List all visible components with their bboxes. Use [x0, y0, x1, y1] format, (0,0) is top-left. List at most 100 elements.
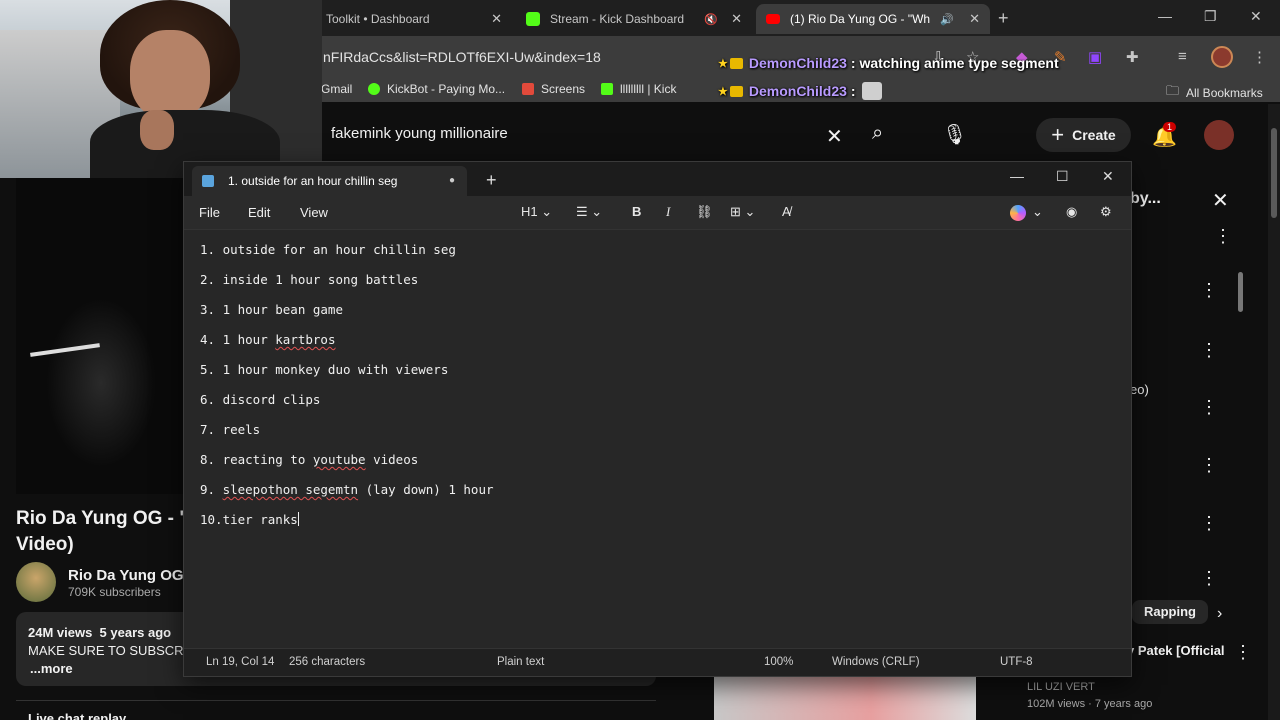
chevron-down-icon[interactable]: ⌄: [1032, 204, 1043, 220]
search-icon[interactable]: ⌕: [872, 122, 883, 145]
list-item: 4. 1 hour kartbros: [200, 332, 1115, 362]
page-scrollbar[interactable]: [1268, 104, 1280, 720]
item-menu-icon[interactable]: ⋮: [1200, 397, 1218, 418]
bookmark-label: KickBot - Paying Mo...: [387, 82, 506, 96]
list-number: 3.: [200, 302, 223, 317]
tab-youtube-video[interactable]: (1) Rio Da Yung OG - "Wha 🔊 ✕: [756, 4, 990, 34]
new-tab-button[interactable]: +: [486, 170, 497, 191]
close-panel-icon[interactable]: ✕: [1212, 188, 1229, 213]
plus-icon: +: [1051, 122, 1065, 147]
tab-title: (1) Rio Da Yung OG - "Wha: [790, 12, 930, 26]
bookmark-kickbot[interactable]: KickBot - Paying Mo...: [368, 82, 505, 96]
create-button[interactable]: + Create: [1036, 118, 1131, 152]
bookmark-label: All Bookmarks: [1186, 86, 1263, 100]
misspelled-word[interactable]: kartbros: [275, 332, 335, 347]
bookmark-gmail[interactable]: Gmail: [321, 82, 352, 96]
screens-icon: [522, 83, 534, 95]
menu-view[interactable]: View: [300, 205, 328, 220]
live-chat-replay[interactable]: Live chat replay: [16, 700, 656, 720]
misspelled-word[interactable]: sleepothon segemtn: [223, 482, 358, 497]
channel-avatar[interactable]: [16, 562, 56, 602]
text-format[interactable]: Plain text: [497, 656, 544, 668]
recommended-thumbnail[interactable]: [714, 676, 976, 720]
item-menu-icon[interactable]: ⋮: [1200, 455, 1218, 476]
channel-name[interactable]: Rio Da Yung OG: [68, 567, 184, 584]
kickbot-icon: [368, 83, 380, 95]
tab-toolkit-dashboard[interactable]: Toolkit • Dashboard ✕: [316, 4, 512, 34]
menu-file[interactable]: File: [199, 205, 220, 220]
menu-kebab-icon[interactable]: ⋮: [1252, 48, 1267, 66]
profile-avatar[interactable]: [1211, 46, 1233, 68]
list-number: 7.: [200, 422, 223, 437]
zoom-level[interactable]: 100%: [764, 656, 793, 668]
chevron-right-icon[interactable]: ›: [1217, 605, 1222, 623]
close-window-icon[interactable]: ✕: [1250, 8, 1262, 25]
restore-icon[interactable]: ❐: [1204, 8, 1217, 25]
speaker-icon[interactable]: 🔊: [940, 13, 954, 26]
list-item: 5. 1 hour monkey duo with viewers: [200, 362, 1115, 392]
list-item: 2. inside 1 hour song battles: [200, 272, 1115, 302]
list-text: discord clips: [222, 392, 321, 407]
panel-scrollbar[interactable]: [1234, 258, 1246, 578]
new-tab-button[interactable]: +: [998, 8, 1009, 29]
italic-icon[interactable]: I: [666, 204, 670, 220]
panel-menu-icon[interactable]: ⋮: [1214, 226, 1232, 247]
video-player[interactable]: [16, 178, 184, 494]
minimize-icon[interactable]: —: [1158, 8, 1172, 24]
tab-kick-dashboard[interactable]: Stream - Kick Dashboard 🔇 ✕: [516, 4, 752, 34]
misspelled-word[interactable]: youtube: [313, 452, 366, 467]
youtube-search-input[interactable]: fakemink young millionaire: [331, 125, 508, 142]
bookmark-screens[interactable]: Screens: [522, 82, 585, 96]
recommended-title[interactable]: y Patek [Official: [1127, 643, 1225, 658]
list-icon[interactable]: ☰ ⌄: [576, 204, 602, 220]
maximize-icon[interactable]: ☐: [1056, 168, 1069, 185]
youtube-avatar[interactable]: [1204, 120, 1234, 150]
video-title-line: Video): [16, 534, 74, 555]
menu-edit[interactable]: Edit: [248, 205, 270, 220]
list-item: 7. reels: [200, 422, 1115, 452]
crown-badge-icon: [729, 85, 743, 97]
notepad-editor[interactable]: 1. outside for an hour chillin seg 2. in…: [184, 230, 1131, 650]
close-tab-icon[interactable]: ✕: [491, 11, 502, 27]
bookmark-kick[interactable]: lllllllll | Kick: [601, 82, 676, 96]
webcam-face: [130, 30, 210, 120]
heading-select[interactable]: H1 ⌄: [521, 204, 552, 220]
line-ending[interactable]: Windows (CRLF): [832, 656, 920, 668]
close-icon[interactable]: ✕: [1102, 168, 1114, 185]
close-tab-icon[interactable]: ✕: [731, 11, 742, 27]
character-count: 256 characters: [289, 656, 366, 668]
twitch-icon[interactable]: ▣: [1088, 48, 1102, 66]
list-item: 1. outside for an hour chillin seg: [200, 242, 1115, 272]
crown-badge-icon: [729, 57, 743, 69]
copilot-icon[interactable]: [1010, 205, 1026, 221]
minimize-icon[interactable]: —: [1010, 168, 1024, 184]
encoding[interactable]: UTF-8: [1000, 656, 1033, 668]
muted-speaker-icon[interactable]: 🔇: [704, 13, 718, 26]
item-menu-icon[interactable]: ⋮: [1234, 642, 1252, 663]
table-icon[interactable]: ⊞ ⌄: [730, 204, 755, 220]
clear-formatting-icon[interactable]: A̸: [782, 204, 791, 219]
settings-gear-icon[interactable]: ⚙: [1100, 204, 1112, 220]
account-icon[interactable]: ◉: [1066, 204, 1077, 220]
more-link[interactable]: ...more: [30, 661, 73, 676]
bold-icon[interactable]: B: [632, 204, 641, 219]
panel-item-title: eo): [1130, 382, 1149, 397]
scroll-thumb[interactable]: [1238, 272, 1243, 312]
notepad-tab[interactable]: 1. outside for an hour chillin seg ●: [192, 166, 467, 196]
clear-search-icon[interactable]: ✕: [826, 124, 843, 149]
chevron-down-icon: ⌄: [541, 204, 553, 219]
extensions-puzzle-icon[interactable]: ✚: [1126, 48, 1139, 66]
all-bookmarks[interactable]: 🗀 All Bookmarks: [1166, 82, 1263, 104]
list-number: 8.: [200, 452, 223, 467]
item-menu-icon[interactable]: ⋮: [1200, 340, 1218, 361]
scroll-thumb[interactable]: [1271, 128, 1277, 218]
link-icon[interactable]: ⛓: [696, 204, 713, 220]
chip-rapping[interactable]: Rapping: [1132, 600, 1208, 624]
close-tab-icon[interactable]: ✕: [969, 11, 980, 27]
item-menu-icon[interactable]: ⋮: [1200, 513, 1218, 534]
item-menu-icon[interactable]: ⋮: [1200, 280, 1218, 301]
url-field[interactable]: nFIRdaCcs&list=RDLOTf6EXI-Uw&index=18: [323, 49, 601, 65]
item-menu-icon[interactable]: ⋮: [1200, 568, 1218, 589]
media-controls-icon[interactable]: ≡: [1178, 48, 1187, 65]
microphone-icon[interactable]: 🎙: [942, 122, 967, 147]
